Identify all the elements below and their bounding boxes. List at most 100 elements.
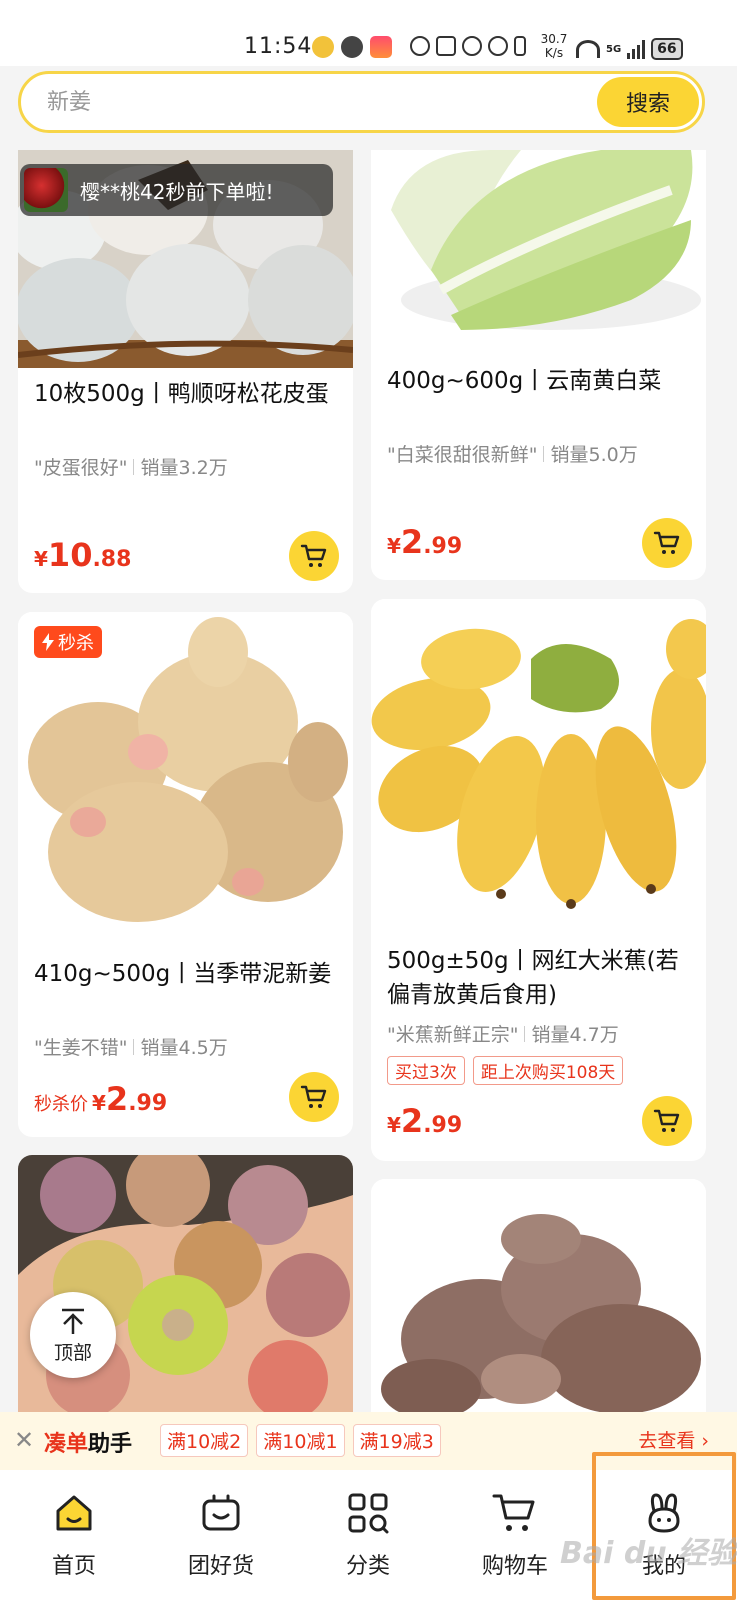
product-image: [371, 150, 706, 350]
status-connectivity: 5G 66: [576, 38, 683, 60]
product-price: ¥2.99: [387, 523, 462, 561]
product-card-cabbage[interactable]: 400g~600g丨云南黄白菜 "白菜很甜很新鲜" 销量5.0万 ¥2.99: [371, 150, 706, 580]
price-decimal: .99: [128, 1091, 168, 1116]
chevron-right-icon: ›: [701, 1430, 709, 1452]
product-image: [371, 1179, 706, 1412]
product-review: "皮蛋很好": [34, 457, 128, 479]
coupon-chip[interactable]: 满19减3: [352, 1424, 441, 1457]
price-currency: ¥: [387, 534, 401, 558]
signal-icon: [627, 39, 646, 59]
category-grid-icon: [343, 1488, 393, 1538]
add-to-cart-button[interactable]: [642, 518, 692, 568]
nfc-icon: [436, 36, 456, 56]
product-meta: "皮蛋很好" 销量3.2万: [34, 453, 228, 480]
add-to-cart-button[interactable]: [289, 1072, 339, 1122]
divider: [524, 1026, 526, 1042]
product-title: 10枚500g丨鸭顺呀松花皮蛋: [34, 381, 329, 407]
product-review: "生姜不错": [34, 1037, 128, 1059]
product-price: 秒杀价 ¥2.99: [34, 1080, 167, 1118]
product-sales: 销量4.5万: [140, 1037, 228, 1059]
product-title: 400g~600g丨云南黄白菜: [387, 368, 662, 394]
add-to-cart-button[interactable]: [289, 531, 339, 581]
nav-label: 团好货: [187, 1554, 254, 1579]
close-icon[interactable]: ✕: [14, 1426, 34, 1454]
search-input[interactable]: [47, 74, 587, 130]
network-speed-value: 30.7: [540, 32, 568, 46]
product-sales: 销量4.7万: [531, 1024, 619, 1046]
nav-item-cart[interactable]: 购物车: [455, 1470, 575, 1600]
status-bar: 11:54 30.7 K/s 5G 66: [0, 0, 737, 66]
nav-label: 分类: [345, 1554, 390, 1579]
vibrate-icon: [514, 36, 526, 56]
price-decimal: .99: [423, 534, 463, 559]
wechat-icon: [341, 36, 363, 58]
product-sales: 销量3.2万: [140, 457, 228, 479]
nav-item-group-deals[interactable]: 团好货: [161, 1470, 281, 1600]
product-card-root-ginger[interactable]: [371, 1179, 706, 1412]
lightning-icon: [42, 633, 54, 651]
cart-icon: [653, 531, 680, 554]
product-price: ¥2.99: [387, 1102, 462, 1140]
coupon-chip[interactable]: 满10减2: [160, 1424, 249, 1457]
network-speed: 30.7 K/s: [537, 32, 571, 60]
status-notification-icons: [312, 36, 392, 58]
product-title: 500g±50g丨网红大米蕉(若偏青放黄后食用): [387, 948, 679, 1008]
nav-item-home[interactable]: 首页: [14, 1470, 134, 1600]
status-system-icons: [410, 36, 526, 56]
divider: [133, 459, 135, 475]
highlight-annotation-box: [592, 1452, 736, 1600]
price-decimal: .88: [92, 547, 132, 572]
order-helper-title-highlight: 凑单: [44, 1432, 89, 1457]
product-image: [18, 612, 353, 947]
price-decimal: .99: [423, 1113, 463, 1138]
watermark: Bai du 经验: [560, 1536, 737, 1571]
product-meta: "米蕉新鲜正宗" 销量4.7万: [387, 1020, 619, 1047]
add-to-cart-button[interactable]: [642, 1096, 692, 1146]
price-integer: 10: [47, 536, 93, 574]
product-meta: "生姜不错" 销量4.5万: [34, 1033, 228, 1060]
app-notification-icon: [312, 36, 334, 58]
cart-icon: [490, 1488, 540, 1538]
flash-price-label: 秒杀价: [34, 1094, 88, 1115]
purchase-history-tags: 买过3次 距上次购买108天: [387, 1056, 624, 1085]
recent-order-toast: 樱**桃42秒前下单啦!: [20, 164, 333, 216]
price-integer: 2: [400, 1102, 424, 1140]
network-speed-unit: K/s: [544, 46, 564, 60]
product-price: ¥10.88: [34, 536, 131, 574]
cherry-thumbnail: [24, 168, 68, 212]
nav-item-category[interactable]: 分类: [308, 1470, 428, 1600]
last-purchase-tag: 距上次购买108天: [472, 1056, 624, 1085]
coupon-chip[interactable]: 满10减1: [256, 1424, 345, 1457]
app-notification-icon: [370, 36, 392, 58]
cart-icon: [653, 1109, 680, 1132]
coupon-list: 满10减2 满10减1 满19减3: [160, 1424, 441, 1457]
view-coupons-label: 去查看: [638, 1430, 696, 1452]
price-integer: 2: [105, 1080, 129, 1118]
gift-box-icon: [196, 1488, 246, 1538]
back-to-top-button[interactable]: 顶部: [30, 1292, 116, 1378]
home-icon: [49, 1488, 99, 1538]
product-card-preserved-egg[interactable]: 10枚500g丨鸭顺呀松花皮蛋 "皮蛋很好" 销量3.2万 ¥10.88: [18, 150, 353, 593]
cart-icon: [300, 544, 327, 567]
product-card-banana[interactable]: 500g±50g丨网红大米蕉(若偏青放黄后食用) "米蕉新鲜正宗" 销量4.7万 …: [371, 599, 706, 1161]
price-currency: ¥: [387, 1113, 401, 1137]
back-to-top-label: 顶部: [53, 1341, 92, 1364]
battery-icon: 66: [651, 38, 683, 60]
view-coupons-link[interactable]: 去查看 ›: [638, 1426, 709, 1453]
toast-text: 樱**桃42秒前下单啦!: [80, 179, 274, 204]
hd-icon: [410, 36, 430, 56]
product-title: 410g~500g丨当季带泥新姜: [34, 961, 332, 987]
product-meta: "白菜很甜很新鲜" 销量5.0万: [387, 440, 638, 467]
search-bar[interactable]: 搜索: [18, 71, 705, 133]
divider: [133, 1039, 135, 1055]
product-card-ginger[interactable]: 秒杀 410g~500g丨当季带泥新姜 "生姜不错" 销量4.5万 秒杀价 ¥2.9…: [18, 612, 353, 1137]
flash-sale-label: 秒杀: [58, 633, 94, 654]
divider: [543, 446, 545, 462]
search-button[interactable]: 搜索: [597, 77, 699, 127]
product-sales: 销量5.0万: [550, 444, 638, 466]
flash-sale-badge: 秒杀: [34, 626, 102, 658]
price-currency: ¥: [34, 547, 48, 571]
wifi-icon: [576, 40, 600, 58]
cart-icon: [300, 1085, 327, 1108]
product-review: "米蕉新鲜正宗": [387, 1024, 519, 1046]
